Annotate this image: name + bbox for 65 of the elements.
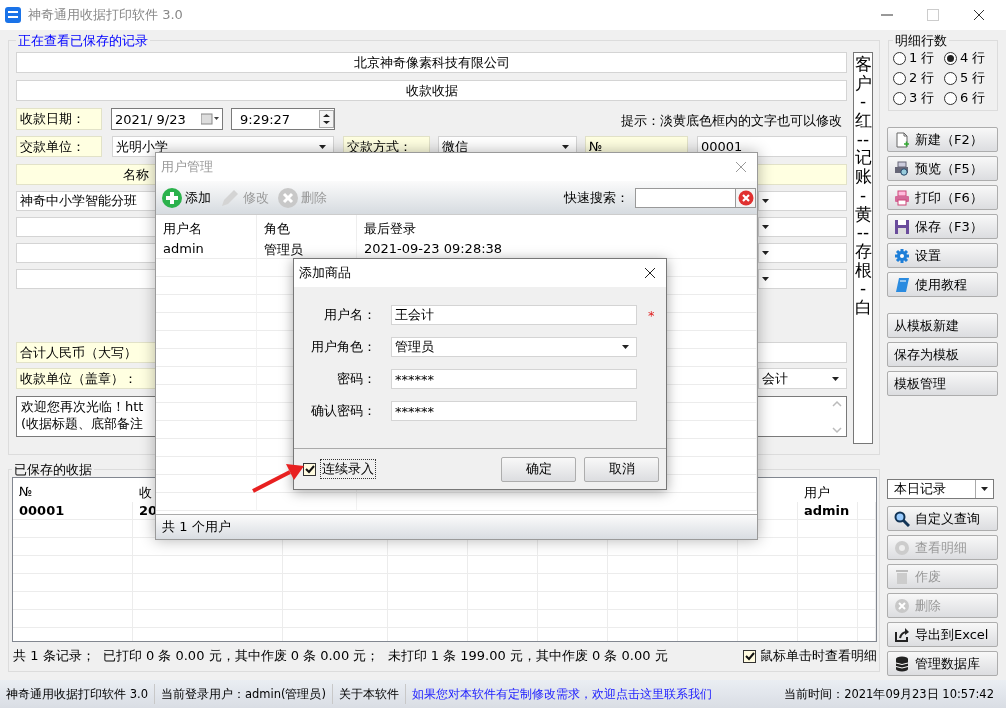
dialog-title: 添加商品 (299, 264, 351, 282)
radio-label[interactable]: 3 行 (909, 89, 935, 107)
radio-label[interactable]: 6 行 (960, 89, 986, 107)
checkbox-label[interactable]: 鼠标单击时查看明细 (760, 647, 877, 665)
radio-label[interactable]: 5 行 (960, 69, 986, 87)
button[interactable]: 管理数据库 (887, 651, 998, 676)
required-mark: * (648, 307, 656, 323)
text-line: 欢迎您再次光临！htt (21, 398, 144, 415)
role-dropdown[interactable]: 管理员 (391, 337, 637, 357)
input-field[interactable]: 王会计 (391, 305, 637, 325)
input-field[interactable]: ****** (391, 401, 637, 421)
button[interactable]: 自定义查询 (887, 506, 998, 531)
time-picker[interactable]: 9:29:27 (231, 108, 335, 130)
column-header: № (19, 484, 33, 499)
button[interactable]: 预览（F5） (887, 156, 998, 181)
field-label: 用户名： (323, 306, 376, 324)
button[interactable]: 从模板新建 (887, 313, 998, 338)
field-label: 用户角色： (310, 338, 376, 356)
field-label[interactable]: 收款日期： (16, 108, 102, 130)
button[interactable]: 保存（F3） (887, 214, 998, 239)
field-label[interactable]: 交款单位： (16, 136, 102, 157)
radio-label[interactable]: 4 行 (960, 49, 986, 67)
search-label: 快速搜索： (564, 188, 629, 207)
group-title: 正在查看已保存的记录 (17, 33, 149, 48)
table-cell: 00001 (13, 502, 133, 520)
contact-link[interactable]: 如果您对本软件有定制修改需求，欢迎点击这里联系我们 (404, 684, 718, 704)
text-line: (收据标题、底部备注 (21, 415, 144, 432)
button[interactable]: 确定 (501, 456, 576, 482)
button[interactable]: 模板管理 (887, 371, 998, 396)
filter-dropdown[interactable]: 本日记录 (887, 479, 994, 499)
status-text: 共 1 个用户 (162, 518, 231, 536)
column-header: 用户 (804, 484, 830, 502)
button[interactable]: 使用教程 (887, 272, 998, 297)
status-text: 当前登录用户：admin(管理员) (153, 684, 332, 704)
button[interactable]: 导出到Excel (887, 622, 998, 647)
window-title: 神奇通用收据打印软件 3.0 (28, 6, 183, 24)
summary-text: 共 1 条记录； 已打印 0 条 0.00 元，其中作废 0 条 0.00 元； 未打印 1 条 199.00 元，其中作废 0 条 0.00 元 (13, 647, 668, 665)
hint-text: 提示：淡黄底色框内的文字也可以修改 (621, 113, 843, 130)
column-header: 用户名 (156, 215, 257, 241)
table-cell: admin (798, 502, 858, 520)
field-label: 密码： (336, 370, 376, 388)
button[interactable]: 取消 (584, 456, 659, 482)
button[interactable]: 设置 (887, 243, 998, 268)
button[interactable]: 打印（F6） (887, 185, 998, 210)
vertical-label: 客户-红--记账-黄--存根-白 (854, 55, 872, 317)
company-field[interactable]: 北京神奇像素科技有限公司 (16, 52, 847, 73)
status-text: 当前时间：2021年09月23日 10:57:42 (783, 685, 995, 703)
column-header: 最后登录 (357, 215, 757, 241)
group-title: 明细行数 (894, 33, 948, 48)
date-picker[interactable]: 2021/ 9/23 (111, 108, 223, 130)
checkbox-label[interactable]: 连续录入 (320, 459, 376, 479)
group-title: 已保存的收据 (13, 462, 93, 477)
table-cell: admin (156, 241, 257, 259)
payee-dropdown[interactable]: 会计 (758, 368, 847, 389)
about-link[interactable]: 关于本软件 (331, 684, 405, 704)
button[interactable]: 保存为模板 (887, 342, 998, 367)
title-field[interactable]: 收款收据 (16, 80, 847, 101)
status-text: 神奇通用收据打印软件 3.0 (6, 685, 149, 703)
radio-label[interactable]: 2 行 (909, 69, 935, 87)
column-header: 角色 (257, 215, 357, 241)
field-label: 确认密码： (310, 402, 376, 420)
radio-label[interactable]: 1 行 (909, 49, 935, 67)
input-field[interactable]: ****** (391, 369, 637, 389)
column-header: 收 (139, 484, 152, 502)
button[interactable]: 新建（F2） (887, 127, 998, 152)
